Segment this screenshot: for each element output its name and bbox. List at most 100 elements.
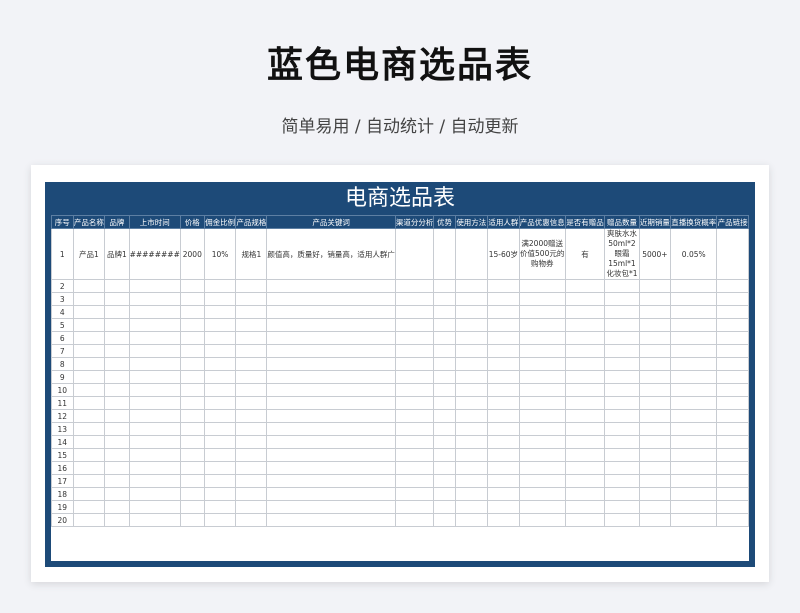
- cell-empty[interactable]: [203, 344, 237, 358]
- cell-empty[interactable]: [487, 383, 520, 397]
- cell-empty[interactable]: [564, 461, 606, 475]
- cell-empty[interactable]: [203, 331, 237, 345]
- cell-empty[interactable]: [104, 292, 130, 306]
- cell-empty[interactable]: [638, 409, 672, 423]
- cell-empty[interactable]: [128, 422, 181, 436]
- cell-empty[interactable]: [128, 435, 181, 449]
- cell-empty[interactable]: [179, 344, 205, 358]
- cell-empty[interactable]: [716, 396, 749, 410]
- cell-empty[interactable]: [104, 279, 130, 293]
- cell-empty[interactable]: [564, 513, 606, 527]
- cell-empty[interactable]: [487, 396, 520, 410]
- cell-empty[interactable]: [487, 461, 520, 475]
- cell-empty[interactable]: [128, 461, 181, 475]
- cell-empty[interactable]: [128, 513, 181, 527]
- cell-empty[interactable]: [128, 474, 181, 488]
- cell-empty[interactable]: [128, 487, 181, 501]
- cell-empty[interactable]: [266, 305, 396, 319]
- cell-empty[interactable]: [235, 357, 268, 371]
- cell-empty[interactable]: [433, 422, 456, 436]
- cell-empty[interactable]: [72, 292, 106, 306]
- cell-empty[interactable]: [394, 448, 435, 462]
- cell-empty[interactable]: [518, 357, 566, 371]
- cell-empty[interactable]: [487, 344, 520, 358]
- cell-empty[interactable]: [203, 396, 237, 410]
- cell-empty[interactable]: [433, 279, 456, 293]
- cell-empty[interactable]: [394, 383, 435, 397]
- cell-index[interactable]: 4: [51, 305, 74, 319]
- cell-empty[interactable]: [670, 331, 718, 345]
- cell-empty[interactable]: [604, 448, 640, 462]
- cell-empty[interactable]: [203, 318, 237, 332]
- cell-empty[interactable]: [454, 370, 489, 384]
- cell-empty[interactable]: [235, 422, 268, 436]
- cell-index[interactable]: 15: [51, 448, 74, 462]
- cell-empty[interactable]: [104, 513, 130, 527]
- cell-empty[interactable]: [128, 305, 181, 319]
- column-header[interactable]: 产品规格: [235, 215, 268, 229]
- cell-empty[interactable]: [235, 435, 268, 449]
- cell-empty[interactable]: [564, 279, 606, 293]
- cell-empty[interactable]: [179, 370, 205, 384]
- cell-empty[interactable]: [716, 487, 749, 501]
- cell-empty[interactable]: [518, 448, 566, 462]
- cell-empty[interactable]: [670, 305, 718, 319]
- cell-empty[interactable]: [604, 331, 640, 345]
- cell-empty[interactable]: [128, 448, 181, 462]
- column-header[interactable]: 价格: [179, 215, 205, 229]
- column-header[interactable]: 优势: [433, 215, 456, 229]
- cell-empty[interactable]: [518, 474, 566, 488]
- cell-empty[interactable]: [72, 474, 106, 488]
- cell-empty[interactable]: [670, 448, 718, 462]
- cell-empty[interactable]: [638, 344, 672, 358]
- cell-empty[interactable]: [604, 435, 640, 449]
- cell-empty[interactable]: [518, 396, 566, 410]
- cell-index[interactable]: 5: [51, 318, 74, 332]
- cell-empty[interactable]: [72, 396, 106, 410]
- cell-empty[interactable]: [104, 409, 130, 423]
- cell-empty[interactable]: [104, 500, 130, 514]
- cell-empty[interactable]: [266, 474, 396, 488]
- cell-empty[interactable]: [716, 409, 749, 423]
- cell-empty[interactable]: [638, 292, 672, 306]
- cell-empty[interactable]: [564, 448, 606, 462]
- cell-empty[interactable]: [433, 357, 456, 371]
- cell-empty[interactable]: [487, 292, 520, 306]
- cell-empty[interactable]: [716, 461, 749, 475]
- cell-empty[interactable]: [638, 279, 672, 293]
- cell-index[interactable]: 20: [51, 513, 74, 527]
- cell-empty[interactable]: [518, 279, 566, 293]
- cell-empty[interactable]: [454, 422, 489, 436]
- cell-empty[interactable]: [394, 344, 435, 358]
- cell-empty[interactable]: [487, 500, 520, 514]
- cell-promo[interactable]: 满2000赠送价值500元的购物券: [518, 228, 566, 280]
- column-header[interactable]: 直播换货概率: [670, 215, 718, 229]
- column-header[interactable]: 是否有赠品: [564, 215, 606, 229]
- cell-empty[interactable]: [716, 435, 749, 449]
- cell-empty[interactable]: [235, 383, 268, 397]
- cell-empty[interactable]: [235, 292, 268, 306]
- cell-empty[interactable]: [235, 448, 268, 462]
- cell-empty[interactable]: [518, 344, 566, 358]
- cell-empty[interactable]: [487, 279, 520, 293]
- cell-empty[interactable]: [235, 331, 268, 345]
- cell-price[interactable]: 2000: [179, 228, 205, 280]
- cell-empty[interactable]: [487, 331, 520, 345]
- cell-empty[interactable]: [518, 409, 566, 423]
- cell-spec[interactable]: 规格1: [235, 228, 268, 280]
- cell-empty[interactable]: [564, 487, 606, 501]
- cell-empty[interactable]: [716, 422, 749, 436]
- cell-empty[interactable]: [104, 318, 130, 332]
- cell-empty[interactable]: [564, 474, 606, 488]
- cell-launch-date[interactable]: ########: [128, 228, 181, 280]
- cell-empty[interactable]: [433, 383, 456, 397]
- cell-empty[interactable]: [564, 422, 606, 436]
- cell-empty[interactable]: [670, 396, 718, 410]
- cell-empty[interactable]: [518, 435, 566, 449]
- cell-index[interactable]: 13: [51, 422, 74, 436]
- cell-empty[interactable]: [454, 396, 489, 410]
- cell-empty[interactable]: [266, 344, 396, 358]
- cell-empty[interactable]: [454, 357, 489, 371]
- cell-empty[interactable]: [72, 513, 106, 527]
- cell-index[interactable]: 7: [51, 344, 74, 358]
